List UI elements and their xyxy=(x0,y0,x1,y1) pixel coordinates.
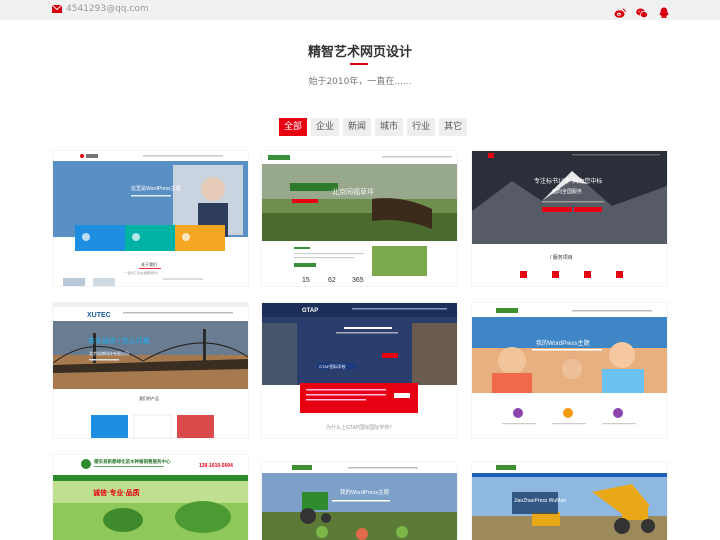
t5-question: 为什么上GTAP国际国际学校？ xyxy=(326,424,394,431)
t1-hero: 这里是WordPress主题 xyxy=(131,185,181,192)
t2-stat-3: 365 xyxy=(352,277,364,284)
email-text: 4541293@qq.com xyxy=(66,4,149,14)
portfolio-item-7[interactable]: 德安县新都绿化苗木种植销售服务中心 139-1010-5004 诚信·专业·品质 xyxy=(53,455,248,540)
portfolio-item-9[interactable]: JianZhanPress WuMao xyxy=(472,462,667,540)
t4-section: 我们的产品 xyxy=(139,395,159,401)
t2-hero: 北京同福草坪 xyxy=(332,187,374,196)
t7-phone: 139-1010-5004 xyxy=(199,463,233,469)
top-bar: 4541293@qq.com xyxy=(0,0,720,20)
filter-all[interactable]: 全部 xyxy=(279,118,308,136)
t3-hero: 专注标书10年 只为您中标 xyxy=(534,177,602,185)
title-underline xyxy=(350,63,368,65)
section-title: 精智艺术网页设计 xyxy=(307,45,412,60)
t1-cta: 关于我们 xyxy=(141,261,157,267)
filter-other[interactable]: 其它 xyxy=(439,118,468,136)
envelope-icon xyxy=(52,5,62,13)
t9-hero: JianZhanPress WuMao xyxy=(514,498,566,504)
t3-sub: 面向全国服务 xyxy=(552,188,582,195)
portfolio-item-6[interactable]: 我的WordPress主题 xyxy=(472,303,667,438)
t3-section: / 服务项目 xyxy=(550,254,573,261)
t5-logo: GTAP xyxy=(302,308,318,314)
portfolio-item-5[interactable]: GTAP GTAP国际学校 为什么上GTAP国际国际学校？ xyxy=(262,303,457,438)
portfolio-item-1[interactable]: 这里是WordPress主题 关于我们 一起为了企业发展而努力 xyxy=(53,151,248,286)
portfolio-item-3[interactable]: 专注标书10年 只为您中标 面向全国服务 / 服务项目 xyxy=(472,151,667,286)
t6-hero: 我的WordPress主题 xyxy=(536,339,590,347)
contact-email[interactable]: 4541293@qq.com xyxy=(52,4,149,14)
section-subtitle: 始于2010年，一直在...... xyxy=(308,77,412,87)
t2-stat-2: 62 xyxy=(328,277,336,284)
weibo-icon[interactable] xyxy=(614,4,626,18)
t2-stat-1: 15 xyxy=(302,277,310,284)
t1-tagline: 一起为了企业发展而努力 xyxy=(125,270,158,275)
t5-banner: GTAP国际学校 xyxy=(319,363,346,369)
portfolio-item-8[interactable]: 我的WordPress主题 xyxy=(262,462,457,540)
wechat-icon[interactable] xyxy=(636,4,648,18)
t4-company: 北京旭博科技有限公司 xyxy=(89,350,129,356)
filter-city[interactable]: 城市 xyxy=(375,118,404,136)
t8-hero: 我的WordPress主题 xyxy=(340,488,390,496)
portfolio-item-2[interactable]: 北京同福草坪 15 62 365 xyxy=(262,151,457,286)
social-links xyxy=(614,4,670,18)
filter-news[interactable]: 新闻 xyxy=(343,118,372,136)
t4-hero: 务实诚信 | 信心共赢 xyxy=(88,336,150,345)
t7-slogan: 诚信·专业·品质 xyxy=(93,488,140,497)
portfolio-item-4[interactable]: XUTEC 务实诚信 | 信心共赢 北京旭博科技有限公司 我们的产品 xyxy=(53,303,248,438)
portfolio-filter: 全部 企业 新闻 城市 行业 其它 xyxy=(279,118,468,136)
filter-enterprise[interactable]: 企业 xyxy=(311,118,340,136)
filter-industry[interactable]: 行业 xyxy=(407,118,436,136)
t4-logo: XUTEC xyxy=(87,312,111,319)
qq-icon[interactable] xyxy=(658,4,670,18)
t7-company: 德安县新都绿化苗木种植销售服务中心 xyxy=(94,458,171,465)
